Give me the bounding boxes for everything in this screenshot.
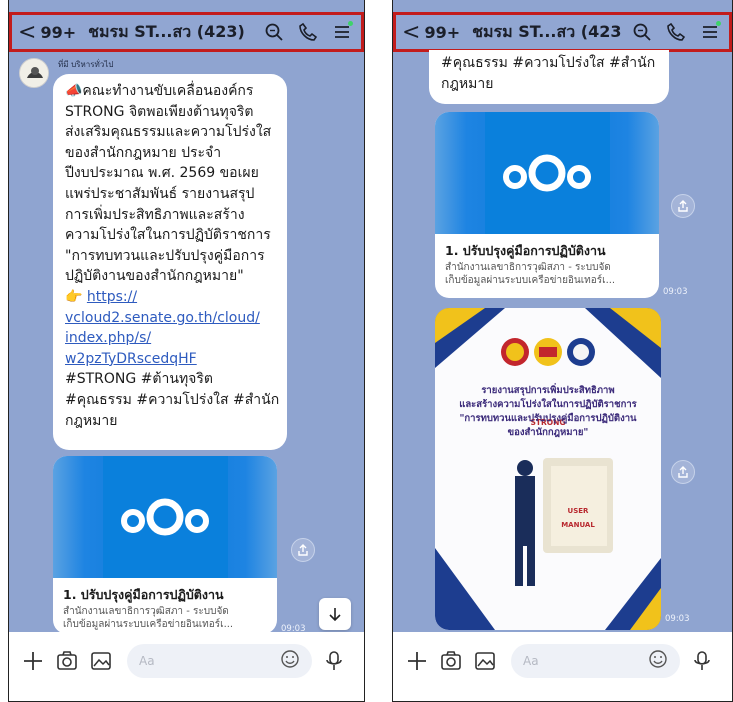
- card-subtitle: เก็บข้อมูลผ่านระบบเครือข่ายอินเทอร์เ...: [63, 619, 234, 630]
- card-subtitle: เก็บข้อมูลผ่านระบบเครือข่ายอินเทอร์เ...: [445, 275, 616, 286]
- card-title: 1. ปรับปรุงคู่มือการปฏิบัติงาน: [445, 243, 606, 258]
- nextcloud-logo-thumb: [53, 456, 277, 578]
- report-title-line: "การทบทวนและปรับปรุงคู่มือการปฏิบัติงาน: [459, 413, 637, 424]
- link-preview-card[interactable]: 1. ปรับปรุงคู่มือการปฏิบัติงาน สำนักงานเ…: [435, 112, 659, 298]
- bottom-strip: [393, 690, 732, 702]
- emoji-icon[interactable]: [648, 649, 668, 673]
- message-link[interactable]: https://: [87, 289, 137, 305]
- chat-title[interactable]: ชมรม ST...สว (423): [88, 20, 253, 45]
- menu-icon[interactable]: [329, 19, 355, 45]
- manual-book-label: USER MANUAL: [561, 507, 595, 529]
- message-input[interactable]: Aa: [127, 644, 312, 678]
- right-chat-panel: < 99+ ชมรม ST...สว (423) #คุณธรรม #ความโ…: [392, 0, 733, 702]
- message-bubble[interactable]: #คุณธรรม #ความโปร่งใส #สำนัก กฎหมาย: [429, 50, 669, 104]
- report-graphic: [435, 308, 661, 630]
- bottom-strip: [9, 690, 364, 702]
- message-time: 09:03: [663, 287, 688, 297]
- nextcloud-logo-icon: [121, 498, 209, 536]
- report-title-line: รายงานสรุปการเพิ่มประสิทธิภาพ: [481, 385, 615, 396]
- message-line: "การทบทวนและปรับปรุงคู่มือการ: [65, 247, 265, 264]
- message-input-placeholder: Aa: [523, 654, 539, 668]
- message-link[interactable]: w2pzTyDRscedqHF: [65, 349, 277, 370]
- chat-title[interactable]: ชมรม ST...สว (423): [472, 20, 621, 45]
- link-preview-card[interactable]: 1. ปรับปรุงคู่มือการปฏิบัติงาน สำนักงานเ…: [53, 456, 277, 634]
- pointing-hand-icon: 👉: [65, 288, 83, 305]
- message-line: #คุณธรรม #ความโปร่งใส #สำนัก: [65, 391, 280, 408]
- message-line: #STRONG #ต้านทุจริต: [65, 371, 213, 388]
- message-line: ของสำนักกฎหมาย ประจำ: [65, 144, 222, 161]
- image-icon[interactable]: [471, 647, 499, 675]
- card-title: 1. ปรับปรุงคู่มือการปฏิบัติงาน: [63, 587, 224, 602]
- message-line: 📣คณะทำงานขับเคลื่อนองค์กร: [65, 83, 254, 99]
- message-line: #คุณธรรม #ความโปร่งใส #สำนัก: [441, 55, 656, 71]
- message-line: STRONG จิตพอเพียงต้านทุจริต: [65, 103, 254, 120]
- nextcloud-logo-icon: [503, 154, 591, 192]
- back-button[interactable]: <: [402, 20, 420, 45]
- message-line: ปฏิบัติงานของสำนักกฎหมาย": [65, 268, 244, 285]
- input-bar: Aa: [9, 632, 364, 690]
- chat-header: < 99+ ชมรม ST...สว (423): [393, 12, 732, 52]
- message-time: 09:03: [665, 614, 690, 624]
- search-icon[interactable]: [629, 19, 655, 45]
- left-chat-panel: < 99+ ชมรม ST...สว (423) ที่มี บริหารทั่…: [8, 0, 365, 702]
- search-icon[interactable]: [261, 19, 287, 45]
- unread-count[interactable]: 99+: [424, 23, 460, 42]
- plus-icon[interactable]: [19, 647, 47, 675]
- message-link[interactable]: vcloud2.senate.go.th/cloud/: [65, 308, 277, 329]
- scroll-down-button[interactable]: [319, 598, 351, 630]
- report-image[interactable]: STRONG รายงานสรุปการเพิ่มประสิทธิภาพ และ…: [435, 308, 661, 630]
- message-line: ความโปร่งใสในการปฏิบัติราชการ: [65, 227, 271, 244]
- report-title-line: และสร้างความโปร่งใสในการปฏิบัติราชการ: [459, 399, 637, 410]
- avatar[interactable]: [19, 58, 49, 88]
- message-input[interactable]: Aa: [511, 644, 680, 678]
- mic-icon[interactable]: [688, 647, 716, 675]
- message-link[interactable]: index.php/s/: [65, 328, 277, 349]
- card-subtitle: สำนักงานเลขาธิการวุฒิสภา - ระบบจัด: [63, 606, 229, 617]
- message-line: การเพิ่มประสิทธิภาพและสร้าง: [65, 206, 245, 223]
- phone-icon[interactable]: [295, 19, 321, 45]
- camera-icon[interactable]: [437, 647, 465, 675]
- message-line: กฎหมาย: [441, 75, 494, 92]
- message-input-placeholder: Aa: [139, 654, 155, 668]
- camera-icon[interactable]: [53, 647, 81, 675]
- message-line: ส่งเสริมคุณธรรมและความโปร่งใส: [65, 124, 272, 141]
- chat-header: < 99+ ชมรม ST...สว (423): [9, 12, 364, 52]
- share-icon[interactable]: [291, 538, 315, 562]
- message-line: กฎหมาย: [65, 412, 118, 429]
- report-title-line: ของสำนักกฎหมาย": [507, 427, 589, 438]
- phone-icon[interactable]: [663, 19, 689, 45]
- message-line: แพร่ประชาสัมพันธ์ รายงานสรุป: [65, 185, 255, 202]
- emoji-icon[interactable]: [280, 649, 300, 673]
- menu-icon[interactable]: [697, 19, 723, 45]
- share-icon[interactable]: [671, 460, 695, 484]
- arrow-down-icon: [329, 608, 341, 622]
- message-bubble[interactable]: 📣คณะทำงานขับเคลื่อนองค์กร STRONG จิตพอเพ…: [53, 74, 287, 450]
- image-icon[interactable]: [87, 647, 115, 675]
- nextcloud-logo-thumb: [435, 112, 659, 234]
- message-line: ปีงบประมาณ พ.ศ. 2569 ขอเผย: [65, 165, 259, 182]
- input-bar: Aa: [393, 632, 732, 690]
- mic-icon[interactable]: [320, 647, 348, 675]
- online-dot: [716, 21, 721, 26]
- share-icon[interactable]: [671, 194, 695, 218]
- back-button[interactable]: <: [18, 20, 36, 45]
- sender-name: ที่มี บริหารทั่วไป: [58, 60, 114, 69]
- card-subtitle: สำนักงานเลขาธิการวุฒิสภา - ระบบจัด: [445, 262, 611, 273]
- unread-count[interactable]: 99+: [40, 23, 76, 42]
- plus-icon[interactable]: [403, 647, 431, 675]
- online-dot: [348, 21, 353, 26]
